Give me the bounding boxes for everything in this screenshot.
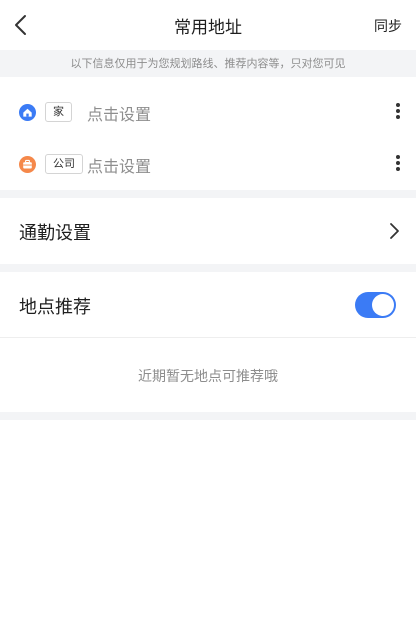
- address-tag-home: 家: [45, 102, 72, 122]
- commute-settings-row[interactable]: 通勤设置: [0, 198, 416, 264]
- more-dot-icon: [396, 115, 400, 119]
- page: 常用地址 同步 以下信息仅用于为您规划路线、推荐内容等，只对您可见 家 点击设置: [0, 0, 416, 629]
- address-card: 家 点击设置 公司 点击设置: [0, 77, 416, 190]
- sync-button[interactable]: 同步: [374, 16, 402, 36]
- top-bar: 常用地址 同步: [0, 0, 416, 50]
- home-more-button[interactable]: [394, 102, 402, 122]
- recommendation-toggle[interactable]: [355, 292, 396, 318]
- address-row-home[interactable]: 家 点击设置: [0, 87, 416, 137]
- more-dot-icon: [396, 167, 400, 171]
- toggle-knob: [372, 294, 394, 316]
- recommendation-card: 地点推荐 近期暂无地点可推荐哦: [0, 272, 416, 412]
- address-tag-work: 公司: [45, 154, 83, 174]
- privacy-notice: 以下信息仅用于为您规划路线、推荐内容等，只对您可见: [0, 50, 416, 77]
- recommendation-label: 地点推荐: [19, 297, 91, 318]
- home-icon: [19, 104, 36, 121]
- more-dot-icon: [396, 103, 400, 107]
- chevron-right-icon: [388, 222, 400, 240]
- page-title: 常用地址: [174, 18, 242, 38]
- briefcase-icon: [19, 156, 36, 173]
- address-row-work[interactable]: 公司 点击设置: [0, 139, 416, 189]
- set-home-link[interactable]: 点击设置: [87, 101, 151, 125]
- work-more-button[interactable]: [394, 154, 402, 174]
- commute-settings-label: 通勤设置: [19, 223, 91, 244]
- more-dot-icon: [396, 109, 400, 113]
- set-work-link[interactable]: 点击设置: [87, 153, 151, 177]
- more-dot-icon: [396, 155, 400, 159]
- divider: [0, 337, 416, 338]
- content-blank-area: [0, 420, 416, 629]
- empty-state-text: 近期暂无地点可推荐哦: [138, 369, 278, 385]
- more-dot-icon: [396, 161, 400, 165]
